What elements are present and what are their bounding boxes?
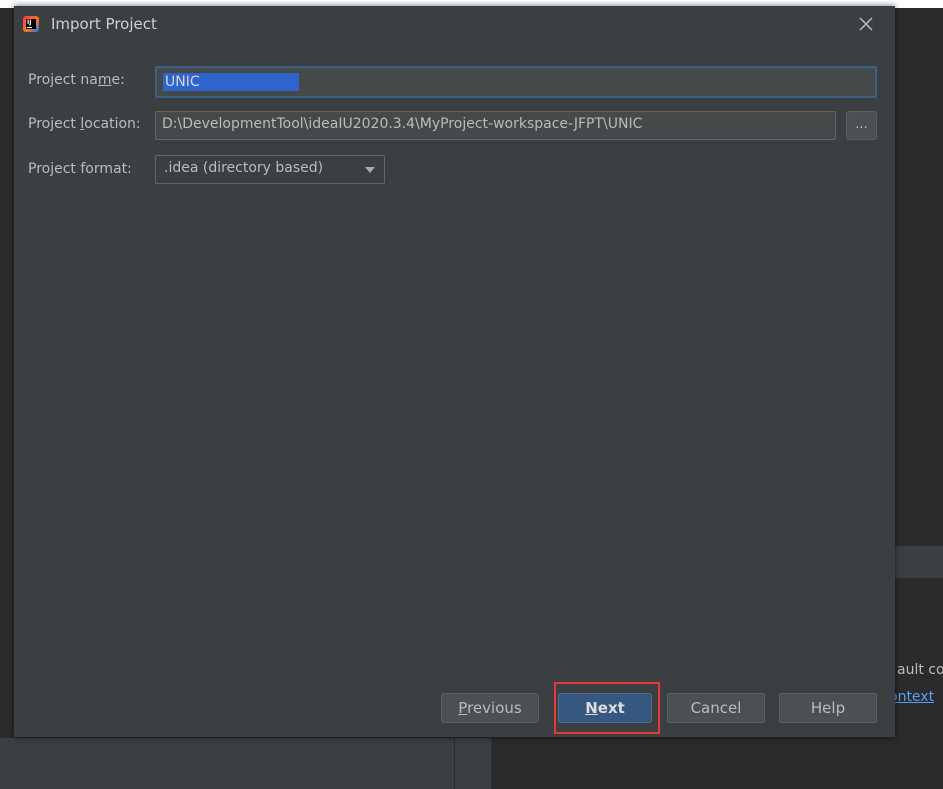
cancel-button[interactable]: Cancel (667, 693, 765, 723)
background-panel (0, 738, 492, 789)
next-button-highlight (554, 682, 660, 734)
project-name-selection: UNIC (163, 73, 299, 91)
project-format-label: Project format: (28, 161, 132, 177)
project-format-dropdown[interactable]: .idea (directory based) (155, 155, 385, 184)
close-icon (859, 17, 873, 31)
project-format-value: .idea (directory based) (164, 160, 324, 176)
background-toolbar (895, 546, 943, 578)
background-link-fragment[interactable]: ontext (889, 689, 934, 705)
project-name-input[interactable]: UNIC (155, 66, 877, 98)
background-text-fragment: ault cor (897, 662, 943, 678)
background-divider (0, 546, 14, 547)
close-button[interactable] (854, 12, 878, 36)
background-panel-divider (454, 738, 455, 789)
project-name-label: Project name: (28, 72, 125, 88)
dialog-titlebar[interactable]: IJ Import Project (14, 6, 895, 44)
browse-button[interactable]: ... (846, 111, 877, 140)
background-panel-divider (491, 738, 492, 789)
previous-button[interactable]: Previous (441, 693, 539, 723)
import-project-dialog: IJ Import Project Project name: UNIC Pro… (14, 6, 895, 737)
chevron-down-icon (356, 156, 384, 183)
project-location-input[interactable]: D:\DevelopmentTool\ideaIU2020.3.4\MyProj… (155, 111, 836, 140)
project-location-label: Project location: (28, 116, 141, 132)
intellij-idea-icon: IJ (23, 16, 39, 32)
help-button[interactable]: Help (779, 693, 877, 723)
dialog-title: Import Project (51, 15, 157, 33)
